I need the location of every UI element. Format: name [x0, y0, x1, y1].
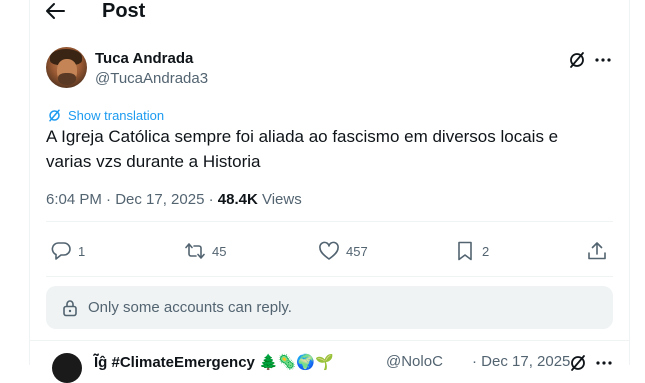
- grok-icon[interactable]: [567, 50, 587, 70]
- next-author-name[interactable]: Ĩ̃ĝ #ClimateEmergency 🌲🦠🌍🌱: [94, 353, 334, 371]
- repost-icon: [184, 240, 206, 262]
- share-button[interactable]: [586, 237, 608, 265]
- repost-button[interactable]: 45: [184, 237, 226, 265]
- divider: [46, 221, 613, 222]
- divider: [30, 340, 629, 341]
- translate-icon: [47, 108, 62, 123]
- views-count: 48.4K: [217, 191, 258, 208]
- action-bar: 1 45 457 2: [46, 237, 613, 265]
- avatar[interactable]: [46, 47, 87, 88]
- like-count: 457: [346, 243, 368, 259]
- like-button[interactable]: 457: [318, 237, 368, 265]
- next-post[interactable]: Ĩ̃ĝ #ClimateEmergency 🌲🦠🌍🌱 @NoloC · Dec …: [46, 349, 613, 383]
- timeline-column: Post Tuca Andrada @TucaAndrada3 Show tra…: [29, 0, 630, 383]
- bookmark-count: 2: [482, 243, 490, 259]
- show-translation-link[interactable]: Show translation: [47, 106, 164, 124]
- show-translation-label: Show translation: [68, 107, 165, 123]
- next-post-date[interactable]: · Dec 17, 2025: [472, 353, 570, 370]
- bookmark-button[interactable]: 2: [454, 237, 489, 265]
- bookmark-icon: [454, 240, 476, 262]
- tweet-text: A Igreja Católica sempre foi aliada ao f…: [46, 127, 559, 171]
- grok-icon[interactable]: [568, 353, 588, 373]
- author-handle[interactable]: @TucaAndrada3: [95, 70, 208, 88]
- more-icon[interactable]: [594, 353, 614, 373]
- next-author-handle[interactable]: @NoloC: [386, 353, 443, 370]
- page-title: Post: [102, 0, 146, 22]
- like-icon: [318, 240, 340, 262]
- tweet-time[interactable]: 6:04 PM · Dec 17, 2025 ·: [46, 191, 218, 208]
- reply-count: 1: [78, 243, 86, 259]
- tweet-meta: 6:04 PM · Dec 17, 2025 · 48.4K Views: [46, 190, 302, 210]
- back-arrow-icon[interactable]: [44, 1, 66, 21]
- more-icon[interactable]: [593, 50, 613, 70]
- avatar-beard: [58, 73, 76, 85]
- reply-restriction-banner: Only some accounts can reply.: [46, 286, 613, 329]
- views-label: Views: [257, 191, 302, 208]
- share-icon: [586, 240, 608, 262]
- reply-restriction-text: Only some accounts can reply.: [88, 299, 292, 316]
- page-header: Post: [30, 0, 629, 27]
- avatar[interactable]: [52, 353, 82, 383]
- reply-icon: [50, 240, 72, 262]
- lock-icon: [62, 299, 78, 317]
- divider: [46, 276, 613, 277]
- author-name[interactable]: Tuca Andrada: [95, 50, 193, 68]
- reply-button[interactable]: 1: [50, 237, 85, 265]
- repost-count: 45: [212, 243, 227, 259]
